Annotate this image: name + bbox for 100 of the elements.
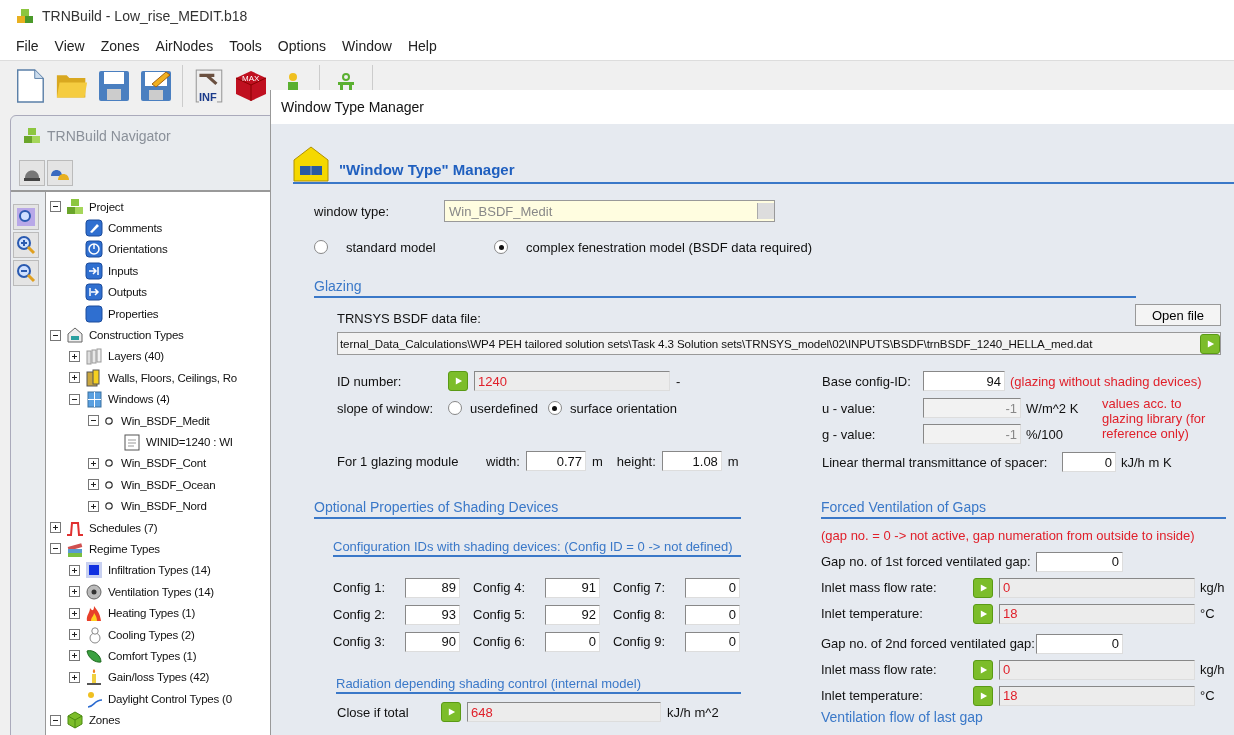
height-field[interactable]: 1.08 [661,451,722,471]
expand-toggle[interactable] [68,350,80,362]
expand-toggle[interactable] [87,479,99,491]
tree-item[interactable]: Win_BSDF_Medit [121,414,210,427]
config-field[interactable]: 93 [405,604,460,625]
base-config-field[interactable]: 94 [923,371,1005,391]
zoom-button[interactable] [13,204,39,230]
tree-item[interactable]: Ventilation Types (14) [108,585,214,598]
zoom-button[interactable] [13,232,39,258]
expand-toggle[interactable] [68,372,80,384]
toolbar-button[interactable]: MAX [233,67,269,105]
config-field[interactable]: 0 [545,631,600,652]
menu-item[interactable]: File [8,38,47,54]
collapse-toggle[interactable] [49,201,61,213]
radio-button[interactable] [547,401,562,415]
toolbar-button[interactable]: INF [191,67,227,105]
tree-item[interactable]: Inputs [108,264,139,277]
tree-item[interactable]: Win_BSDF_Ocean [121,478,216,491]
zoom-button[interactable] [13,260,39,286]
temperature-field[interactable]: 18 [999,603,1195,624]
expand-toggle[interactable] [68,607,80,619]
spacer-field[interactable]: 0 [1062,452,1116,472]
config-field[interactable]: 0 [685,604,740,625]
tree-item[interactable]: Project [89,200,124,213]
tree-item[interactable]: Infiltration Types (14) [108,564,211,577]
collapse-toggle[interactable] [68,393,80,405]
tree-item[interactable]: Heating Types (1) [108,607,196,620]
expand-toggle[interactable] [68,650,80,662]
tree-item[interactable]: Regime Types [89,542,160,555]
play-button[interactable] [973,603,993,624]
menu-item[interactable]: Zones [92,38,148,54]
radio-button[interactable] [314,240,328,254]
collapse-toggle[interactable] [87,415,99,427]
mass-flow-field[interactable]: 0 [999,577,1195,598]
file-path-field[interactable]: ternal_Data_Calculations\WP4 PEH tailored solution sets\Task 4.3 Solution sets\TRNSYS_model\02\INPUTS\BSDF\trnBSDF_1240_HELLA_med.dat [337,332,1221,355]
id-number-field[interactable]: 1240 [474,371,670,391]
tree-item[interactable]: Zones [89,714,120,727]
radio-button[interactable] [494,240,508,254]
expand-toggle[interactable] [49,522,61,534]
tree-item[interactable]: Comfort Types (1) [108,649,197,662]
tree-item[interactable]: Win_BSDF_Cont [121,457,206,470]
tree-item[interactable]: Comments [108,222,162,235]
collapse-toggle[interactable] [49,329,61,341]
tree-item[interactable]: Windows (4) [108,393,170,406]
tree-item[interactable]: Properties [108,307,159,320]
expand-toggle[interactable] [87,500,99,512]
collapse-toggle[interactable] [49,543,61,555]
play-button[interactable] [973,659,993,680]
window-type-dropdown[interactable]: Win_BSDF_Medit [444,200,775,222]
radio-label[interactable]: userdefined [470,400,538,416]
fan-icon [85,582,103,601]
play-button[interactable] [448,371,468,391]
expand-toggle[interactable] [87,457,99,469]
tool-button[interactable] [19,160,45,186]
config-field[interactable]: 91 [545,577,600,598]
dialog-title: Window Type Manager [281,99,424,115]
tree-item[interactable]: Layers (40) [108,350,164,363]
menu-item[interactable]: View [46,38,93,54]
expand-toggle[interactable] [68,586,80,598]
mass-flow-field[interactable]: 0 [999,659,1195,680]
play-button[interactable] [973,685,993,706]
play-button[interactable] [441,702,461,722]
play-button[interactable] [973,577,993,598]
menu-item[interactable]: Help [399,38,445,54]
config-field[interactable]: 90 [405,631,460,652]
menu-item[interactable]: Tools [221,38,270,54]
tree-item[interactable]: Walls, Floors, Ceilings, Ro [108,371,237,384]
temperature-field[interactable]: 18 [999,685,1195,706]
expand-toggle[interactable] [68,629,80,640]
config-field[interactable]: 92 [545,604,600,625]
tool-button[interactable] [47,160,73,186]
tree-item[interactable]: Gain/loss Types (42) [108,671,210,684]
tree-item[interactable]: Schedules (7) [89,521,158,534]
menu-item[interactable]: Options [269,38,335,54]
open-file-button[interactable]: Open file [1135,304,1221,326]
radio-label[interactable]: complex fenestration model (BSDF data required) [526,239,813,255]
threshold-field[interactable]: 648 [467,702,661,722]
config-field[interactable]: 89 [405,577,460,598]
gap-number-field[interactable]: 0 [1036,551,1123,572]
tree-item[interactable]: Daylight Control Types (0 [108,692,232,705]
radio-button[interactable] [448,401,462,415]
menu-item[interactable]: AirNodes [147,38,222,54]
gap-number-field[interactable]: 0 [1036,633,1123,654]
collapse-toggle[interactable] [49,714,61,726]
tree-item[interactable]: Cooling Types (2) [108,628,195,641]
expand-toggle[interactable] [68,564,80,576]
tree-item[interactable]: Construction Types [89,329,184,342]
tree-item[interactable]: Orientations [108,243,168,256]
config-field[interactable]: 0 [685,631,740,652]
field-label: Inlet temperature: [821,688,924,703]
tree-item[interactable]: WINID=1240 : WI [146,436,233,448]
menu-item[interactable]: Window [334,38,400,54]
config-field[interactable]: 0 [685,577,740,598]
width-field[interactable]: 0.77 [525,451,586,471]
tree-item[interactable]: Outputs [108,286,147,299]
play-button[interactable] [1200,333,1220,354]
radio-label[interactable]: standard model [346,239,484,255]
expand-toggle[interactable] [68,671,80,683]
radio-label[interactable]: surface orientation [569,400,677,416]
tree-item[interactable]: Win_BSDF_Nord [121,500,207,513]
